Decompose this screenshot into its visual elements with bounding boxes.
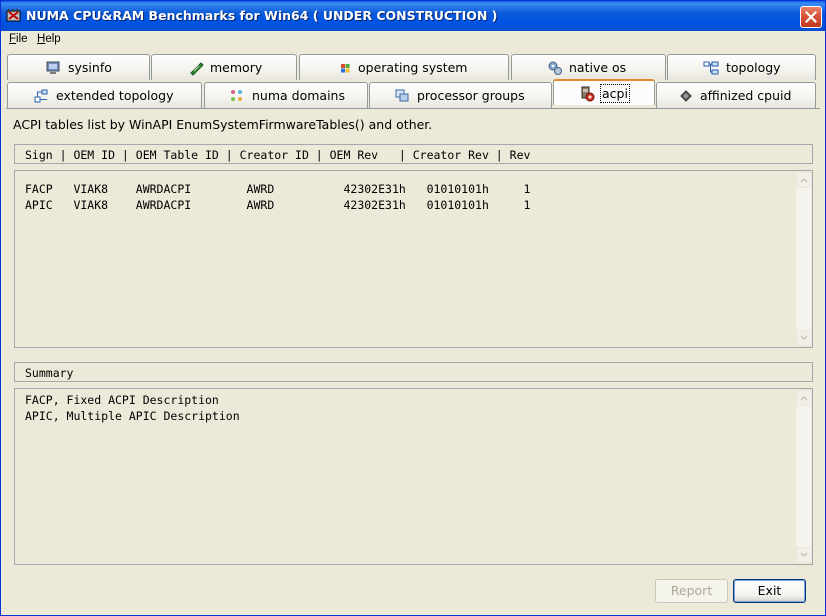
windows-stack-icon bbox=[395, 89, 409, 102]
summary-header: Summary bbox=[14, 362, 813, 382]
summary-scrollbar[interactable] bbox=[795, 390, 812, 563]
acpi-description: ACPI tables list by WinAPI EnumSystemFir… bbox=[13, 117, 433, 132]
title-bar[interactable]: NUMA CPU&RAM Benchmarks for Win64 ( UNDE… bbox=[1, 1, 825, 31]
dots-grid-icon bbox=[231, 90, 242, 101]
acpi-icon bbox=[581, 86, 595, 102]
tab-native-os[interactable]: native os bbox=[511, 54, 666, 80]
tab-acpi[interactable]: acpi bbox=[553, 79, 655, 105]
app-window: NUMA CPU&RAM Benchmarks for Win64 ( UNDE… bbox=[0, 0, 826, 616]
menu-file[interactable]: File bbox=[9, 33, 28, 45]
scroll-up-button[interactable] bbox=[796, 172, 812, 188]
exit-button[interactable]: Exit bbox=[733, 579, 806, 603]
scroll-down-button[interactable] bbox=[796, 547, 812, 563]
close-button[interactable] bbox=[800, 6, 822, 28]
scroll-up-button[interactable] bbox=[796, 390, 812, 406]
menu-bar: File Help bbox=[1, 31, 825, 49]
app-icon bbox=[6, 9, 21, 22]
tab-memory[interactable]: memory bbox=[151, 54, 297, 80]
monitor-icon bbox=[46, 61, 60, 74]
acpi-table-scrollbar[interactable] bbox=[795, 172, 812, 346]
close-icon bbox=[805, 11, 817, 23]
report-button[interactable]: Report bbox=[655, 579, 728, 603]
tab-sysinfo[interactable]: sysinfo bbox=[7, 54, 150, 80]
window-title: NUMA CPU&RAM Benchmarks for Win64 ( UNDE… bbox=[26, 8, 498, 23]
tab-topology[interactable]: topology bbox=[667, 54, 816, 80]
tab-processor-groups[interactable]: processor groups bbox=[369, 82, 552, 108]
tab-affinized-cpuid[interactable]: affinized cpuid bbox=[656, 82, 816, 108]
summary-text-area[interactable]: FACP, Fixed ACPI Description APIC, Multi… bbox=[14, 388, 813, 565]
topology-icon bbox=[703, 61, 719, 75]
chevron-down-icon bbox=[800, 335, 808, 341]
windows-logo-icon bbox=[341, 64, 350, 73]
acpi-table-rows: FACP VIAK8 AWRDACPI AWRD 42302E31h 01010… bbox=[25, 182, 531, 212]
chevron-up-icon bbox=[800, 177, 808, 183]
gears-icon bbox=[548, 61, 562, 75]
memory-stick-icon bbox=[190, 62, 204, 76]
menu-help[interactable]: Help bbox=[37, 33, 61, 45]
chevron-down-icon bbox=[800, 552, 808, 558]
chevron-up-icon bbox=[800, 395, 808, 401]
tab-numa-domains[interactable]: numa domains bbox=[204, 82, 368, 108]
tab-extended-topology[interactable]: extended topology bbox=[7, 82, 202, 108]
scroll-down-button[interactable] bbox=[796, 330, 812, 346]
acpi-table-header: Sign | OEM ID | OEM Table ID | Creator I… bbox=[14, 144, 813, 164]
summary-text: FACP, Fixed ACPI Description APIC, Multi… bbox=[25, 393, 240, 423]
acpi-table-list[interactable]: FACP VIAK8 AWRDACPI AWRD 42302E31h 01010… bbox=[14, 170, 813, 348]
tree-icon bbox=[34, 89, 48, 103]
tab-operating-system[interactable]: operating system bbox=[299, 54, 509, 80]
chip-icon bbox=[680, 90, 692, 102]
